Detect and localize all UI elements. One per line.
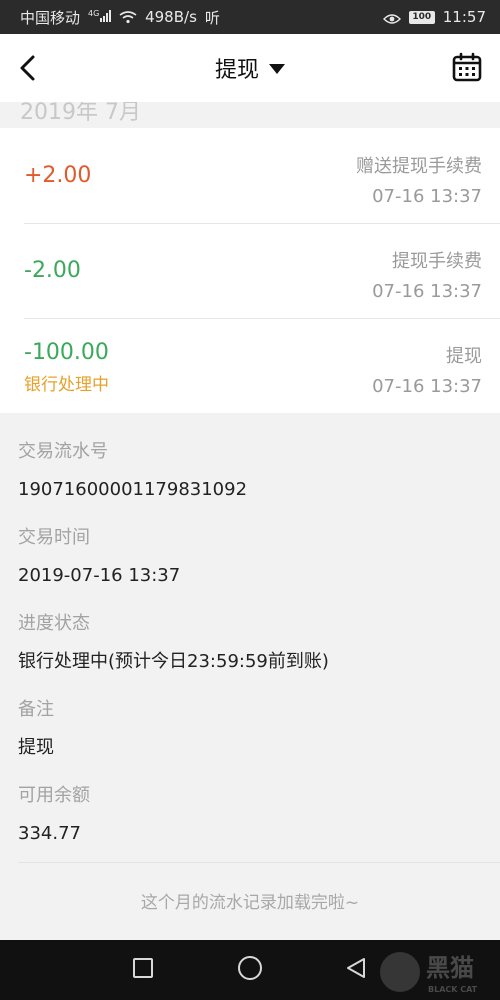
recent-apps-button[interactable] (133, 958, 153, 978)
transaction-time-value: 2019-07-16 13:37 (18, 565, 181, 586)
caret-down-icon (269, 64, 285, 74)
transaction-time: 07-16 13:37 (372, 376, 482, 397)
transaction-item[interactable]: -100.00 银行处理中 提现 07-16 13:37 (0, 318, 500, 413)
carrier-name: 中国移动 (20, 8, 81, 27)
app-header: 提现 (0, 34, 500, 102)
month-label: 2019年 7月 (20, 102, 141, 125)
eye-icon (382, 11, 401, 24)
page-title: 提现 (214, 58, 259, 83)
back-button[interactable] (14, 54, 42, 82)
battery-icon: 100 (408, 10, 435, 24)
listen-indicator: 听 (204, 8, 220, 27)
transaction-time: 07-16 13:37 (372, 186, 482, 207)
available-balance-value: 334.77 (18, 823, 81, 844)
transaction-item[interactable]: -2.00 提现手续费 07-16 13:37 (0, 223, 500, 318)
serial-number-value: 19071600001179831092 (18, 479, 248, 500)
month-section-header: 2019年 7月 (0, 102, 500, 128)
transaction-time-label: 交易时间 (18, 527, 90, 548)
transaction-name: 提现手续费 (392, 251, 482, 272)
type-filter-dropdown[interactable]: 提现 (215, 52, 285, 84)
status-bar: 中国移动 4G 498B/s 听 100 11:57 (0, 0, 500, 34)
transaction-details: 交易流水号 19071600001179831092 交易时间 2019-07-… (0, 413, 500, 845)
signal-icon: 4G (88, 8, 112, 26)
calendar-icon (452, 52, 482, 82)
svg-text:BLACK CAT: BLACK CAT (428, 985, 478, 994)
progress-status-label: 进度状态 (18, 613, 90, 634)
remark-value: 提现 (18, 737, 54, 758)
network-type: 4G (88, 9, 100, 18)
end-of-list-note: 这个月的流水记录加载完啦~ (140, 893, 360, 913)
system-navigation-bar: 黑猫 BLACK CAT (0, 940, 500, 1000)
available-balance-label: 可用余额 (18, 785, 90, 806)
wifi-icon (119, 10, 137, 24)
transaction-amount: -2.00 (24, 258, 81, 283)
transaction-status: 银行处理中 (24, 375, 109, 395)
transaction-name: 赠送提现手续费 (356, 156, 482, 177)
progress-status-value: 银行处理中(预计今日23:59:59前到账) (18, 651, 329, 672)
transaction-time: 07-16 13:37 (372, 281, 482, 302)
system-back-button[interactable] (344, 956, 368, 980)
serial-number-label: 交易流水号 (18, 441, 108, 462)
network-speed: 498B/s (145, 8, 197, 26)
remark-label: 备注 (18, 699, 54, 720)
transaction-amount: -100.00 (24, 340, 109, 365)
calendar-button[interactable] (452, 52, 482, 82)
transaction-amount: +2.00 (24, 163, 92, 188)
transaction-name: 提现 (446, 346, 482, 367)
divider (18, 862, 500, 863)
chevron-left-icon (20, 55, 35, 81)
transaction-item[interactable]: +2.00 赠送提现手续费 07-16 13:37 (0, 128, 500, 223)
transaction-list: +2.00 赠送提现手续费 07-16 13:37 -2.00 提现手续费 07… (0, 128, 500, 413)
home-button[interactable] (238, 956, 262, 980)
svg-text:黑猫: 黑猫 (426, 954, 474, 982)
watermark-logo: 黑猫 BLACK CAT (374, 940, 500, 1000)
clock: 11:57 (442, 8, 486, 26)
triangle-back-icon (347, 958, 365, 978)
